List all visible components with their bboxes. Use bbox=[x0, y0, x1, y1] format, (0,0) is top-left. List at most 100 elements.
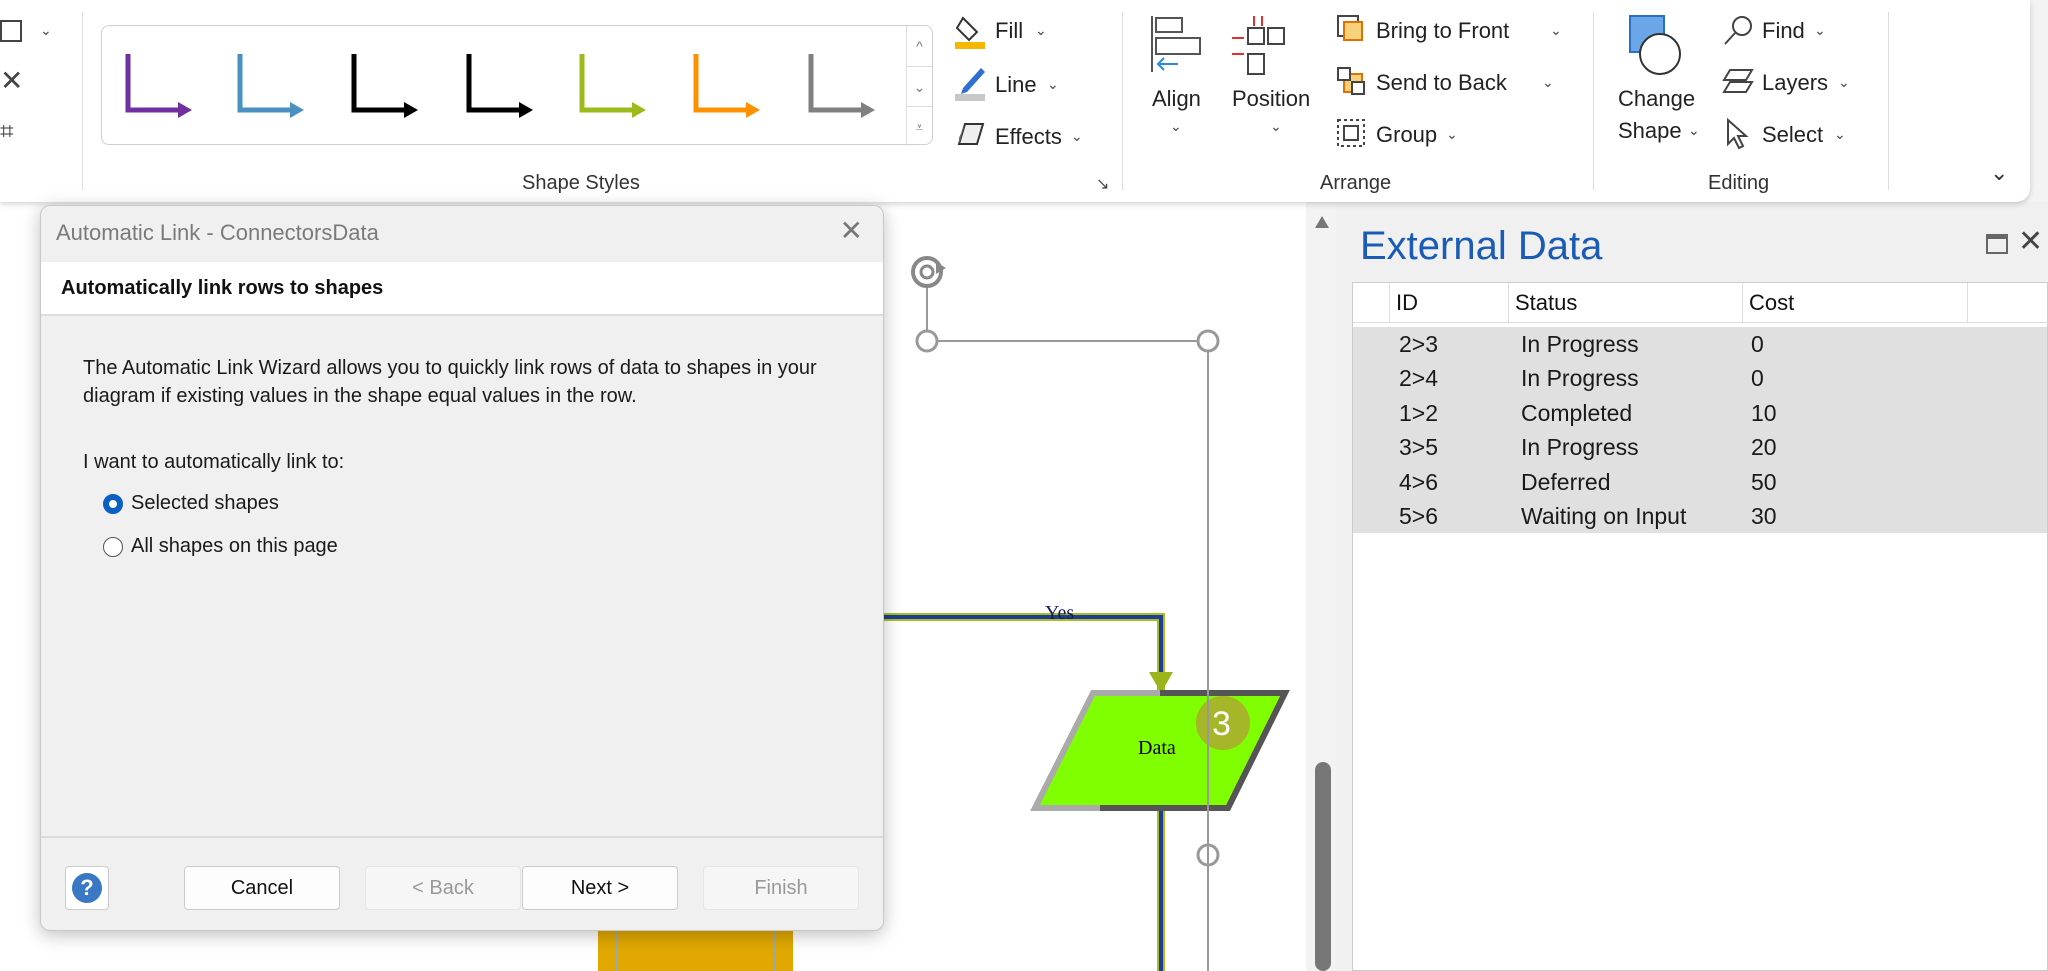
table-row[interactable]: 3>5 In Progress 20 bbox=[1353, 430, 2047, 464]
cell-cost: 0 bbox=[1751, 361, 1764, 395]
effects-button[interactable]: Effects ⌄ bbox=[955, 120, 987, 155]
table-row[interactable]: 1>2 Completed 10 bbox=[1353, 396, 2047, 430]
rectangle-icon[interactable] bbox=[0, 20, 22, 42]
layers-button[interactable]: Layers ⌄ bbox=[1722, 66, 1754, 105]
column-header-cost[interactable]: Cost bbox=[1742, 283, 1967, 323]
cell-cost: 20 bbox=[1751, 430, 1777, 464]
table-row[interactable]: 2>3In Progress0 bbox=[1353, 327, 2047, 361]
cell-id: 5>6 bbox=[1399, 499, 1438, 533]
cell-id: 3>5 bbox=[1399, 430, 1438, 464]
position-icon bbox=[1232, 14, 1302, 76]
scrollbar-thumb[interactable] bbox=[1315, 762, 1331, 971]
canvas-vertical-scrollbar[interactable] bbox=[1306, 202, 1336, 971]
shape-styles-gallery[interactable]: ^ ⌄ ⩡ bbox=[101, 25, 933, 145]
connector-label: Yes bbox=[1045, 602, 1074, 625]
chevron-down-icon[interactable]: ⌄ bbox=[40, 22, 52, 39]
cell-status: Deferred bbox=[1521, 465, 1610, 499]
cell-cost: 10 bbox=[1751, 396, 1777, 430]
panel-title: External Data bbox=[1360, 224, 1602, 269]
radio-selected-shapes[interactable]: Selected shapes bbox=[103, 492, 279, 515]
group-label-arrange: Arrange bbox=[1320, 172, 1391, 195]
gallery-scroll-down[interactable]: ⌄ bbox=[906, 66, 932, 106]
table-row[interactable]: 5>6 Waiting on Input 30 bbox=[1353, 499, 2047, 533]
gallery-more[interactable]: ⩡ bbox=[906, 106, 932, 146]
column-header-id[interactable]: ID bbox=[1389, 283, 1508, 323]
radio-checked-icon bbox=[103, 494, 123, 514]
automatic-link-dialog: Automatic Link - ConnectorsData ✕ Automa… bbox=[40, 205, 884, 931]
external-data-panel: External Data ✕ ID Status Cost 2>3 In Pro… bbox=[1336, 202, 2048, 971]
align-button[interactable]: Align ⌄ bbox=[1148, 14, 1208, 144]
shape-label: Data bbox=[1138, 737, 1176, 760]
data-grid[interactable]: ID Status Cost 2>3 In Progress 0 2>4 In Prog… bbox=[1352, 282, 2048, 971]
cell-status: In Progress bbox=[1521, 430, 1639, 464]
column-header-empty bbox=[1967, 283, 2048, 323]
row-header-corner bbox=[1353, 283, 1389, 323]
dialog-launcher-icon[interactable]: ↘ bbox=[1096, 174, 1109, 194]
cell-status: Waiting on Input bbox=[1521, 499, 1686, 533]
cancel-button[interactable]: Cancel bbox=[184, 866, 340, 910]
bring-to-front-button[interactable]: Bring to Front ⌄ bbox=[1336, 14, 1368, 53]
change-shape-button[interactable]: Change Shape ⌄ bbox=[1614, 14, 1704, 154]
cell-status: In Progress bbox=[1521, 361, 1639, 395]
position-button[interactable]: Position ⌄ bbox=[1232, 14, 1322, 144]
send-to-back-button[interactable]: Send to Back ⌄ bbox=[1336, 66, 1368, 105]
delete-icon[interactable]: ✕ bbox=[0, 64, 23, 97]
pen-icon bbox=[955, 66, 987, 102]
radio-all-shapes[interactable]: All shapes on this page bbox=[103, 535, 338, 558]
connector-yes bbox=[880, 617, 1173, 693]
group-icon bbox=[1336, 118, 1368, 152]
process-shape-partial bbox=[598, 931, 793, 971]
collapse-ribbon-icon[interactable]: ⌄ bbox=[1990, 160, 2008, 186]
style-thumbnail[interactable] bbox=[469, 54, 533, 118]
line-button[interactable]: Line ⌄ bbox=[955, 66, 987, 107]
cell-status: Completed bbox=[1521, 396, 1632, 430]
cell-id: 2>4 bbox=[1399, 361, 1438, 395]
close-icon[interactable]: ✕ bbox=[2018, 224, 2043, 259]
close-icon[interactable]: ✕ bbox=[840, 214, 863, 247]
badge-value: 3 bbox=[1212, 705, 1231, 744]
maximize-icon[interactable] bbox=[1986, 234, 2008, 254]
resize-handle bbox=[917, 331, 937, 351]
ribbon: ⌄ ✕ ⌗ ^ ⌄ ⩡ Fill ⌄ Line ⌄ Effects ⌄ Shap… bbox=[0, 0, 2030, 202]
cell-status: In Progress bbox=[1521, 327, 1639, 361]
cell-cost: 50 bbox=[1751, 465, 1777, 499]
connection-point-icon[interactable]: ⌗ bbox=[0, 118, 14, 146]
dialog-header: Automatically link rows to shapes bbox=[41, 262, 883, 316]
cursor-icon bbox=[1722, 118, 1754, 152]
change-shape-icon bbox=[1614, 14, 1684, 76]
group-button[interactable]: Group ⌄ bbox=[1336, 118, 1368, 157]
group-label-shape-styles: Shape Styles bbox=[522, 172, 640, 195]
radio-unchecked-icon bbox=[103, 537, 123, 557]
style-thumbnail[interactable] bbox=[696, 54, 760, 118]
cell-id: 2>3 bbox=[1399, 327, 1438, 361]
align-icon bbox=[1148, 14, 1204, 74]
style-thumbnails bbox=[102, 26, 902, 146]
footer-divider bbox=[41, 836, 883, 838]
group-label-editing: Editing bbox=[1708, 172, 1769, 195]
cell-id: 4>6 bbox=[1399, 465, 1438, 499]
effects-icon bbox=[955, 120, 987, 150]
resize-handle bbox=[1198, 331, 1218, 351]
finish-button[interactable]: Finish bbox=[703, 866, 859, 910]
back-button[interactable]: < Back bbox=[365, 866, 521, 910]
style-thumbnail[interactable] bbox=[811, 54, 875, 118]
cell-id: 1>2 bbox=[1399, 396, 1438, 430]
cell-cost: 30 bbox=[1751, 499, 1777, 533]
help-icon: ? bbox=[72, 873, 102, 903]
table-row[interactable]: 4>6 Deferred 50 bbox=[1353, 465, 2047, 499]
select-button[interactable]: Select ⌄ bbox=[1722, 118, 1754, 157]
column-header-status[interactable]: Status bbox=[1508, 283, 1742, 323]
next-button[interactable]: Next > bbox=[522, 866, 678, 910]
style-thumbnail[interactable] bbox=[240, 54, 304, 118]
fill-button[interactable]: Fill ⌄ bbox=[955, 14, 987, 55]
scroll-up-icon[interactable] bbox=[1315, 216, 1329, 228]
style-thumbnail[interactable] bbox=[354, 54, 418, 118]
dialog-description: The Automatic Link Wizard allows you to … bbox=[83, 354, 863, 410]
style-thumbnail[interactable] bbox=[128, 54, 192, 118]
find-button[interactable]: Find ⌄ bbox=[1722, 14, 1754, 53]
gallery-scroll-up[interactable]: ^ bbox=[906, 26, 932, 66]
help-button[interactable]: ? bbox=[65, 866, 109, 910]
bring-to-front-icon bbox=[1336, 14, 1368, 48]
table-row[interactable]: 2>4 In Progress 0 bbox=[1353, 361, 2047, 395]
style-thumbnail[interactable] bbox=[582, 54, 646, 118]
